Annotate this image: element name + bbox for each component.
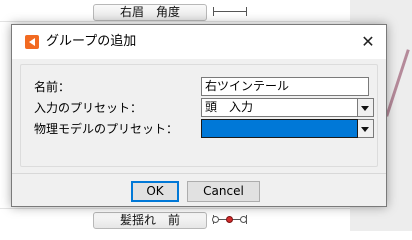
dialog-footer: OK Cancel [12,173,386,206]
physics-preset-dropdown-button[interactable] [358,119,374,138]
dialog-content: 名前： 右ツインテール 入力のプリセット： 頭 入力 物理モデルのプリセット： [12,59,386,173]
row-divider [0,21,350,22]
input-preset-select[interactable]: 頭 入力 [201,98,358,117]
physics-preset-label: 物理モデルのプリセット： [34,122,179,136]
cancel-button[interactable]: Cancel [187,181,260,202]
param-slider-hair-sway-front[interactable] [212,215,248,225]
param-slider-right-brow-angle[interactable] [212,7,248,17]
screen: 右眉 角度 髪揺れ 前 グループの追加 ✕ 名前： 右ツインテール 入力のプリセ… [0,0,412,231]
name-label: 名前： [34,80,71,94]
input-preset-label: 入力のプリセット： [34,101,143,115]
slider-point[interactable] [240,216,247,223]
slider-cap [246,7,247,16]
slider-point-active[interactable] [226,216,233,223]
slider-point[interactable] [212,216,219,223]
input-preset-dropdown-button[interactable] [358,98,374,117]
name-field[interactable]: 右ツインテール [201,77,369,96]
param-button-hair-sway-front[interactable]: 髪揺れ 前 [93,212,207,229]
row-divider [0,208,350,209]
app-logo-icon [25,35,39,49]
chevron-down-icon [361,106,369,111]
dialog-titlebar: グループの追加 ✕ [12,25,386,59]
ok-button[interactable]: OK [131,181,179,202]
param-button-right-brow-angle[interactable]: 右眉 角度 [93,4,207,21]
close-button[interactable]: ✕ [356,31,380,53]
dialog-title: グループの追加 [46,34,137,49]
physics-preset-select[interactable] [201,119,358,138]
add-group-dialog: グループの追加 ✕ 名前： 右ツインテール 入力のプリセット： 頭 入力 物理モ… [11,24,387,207]
chevron-down-icon [361,127,369,132]
slider-track [214,11,246,12]
